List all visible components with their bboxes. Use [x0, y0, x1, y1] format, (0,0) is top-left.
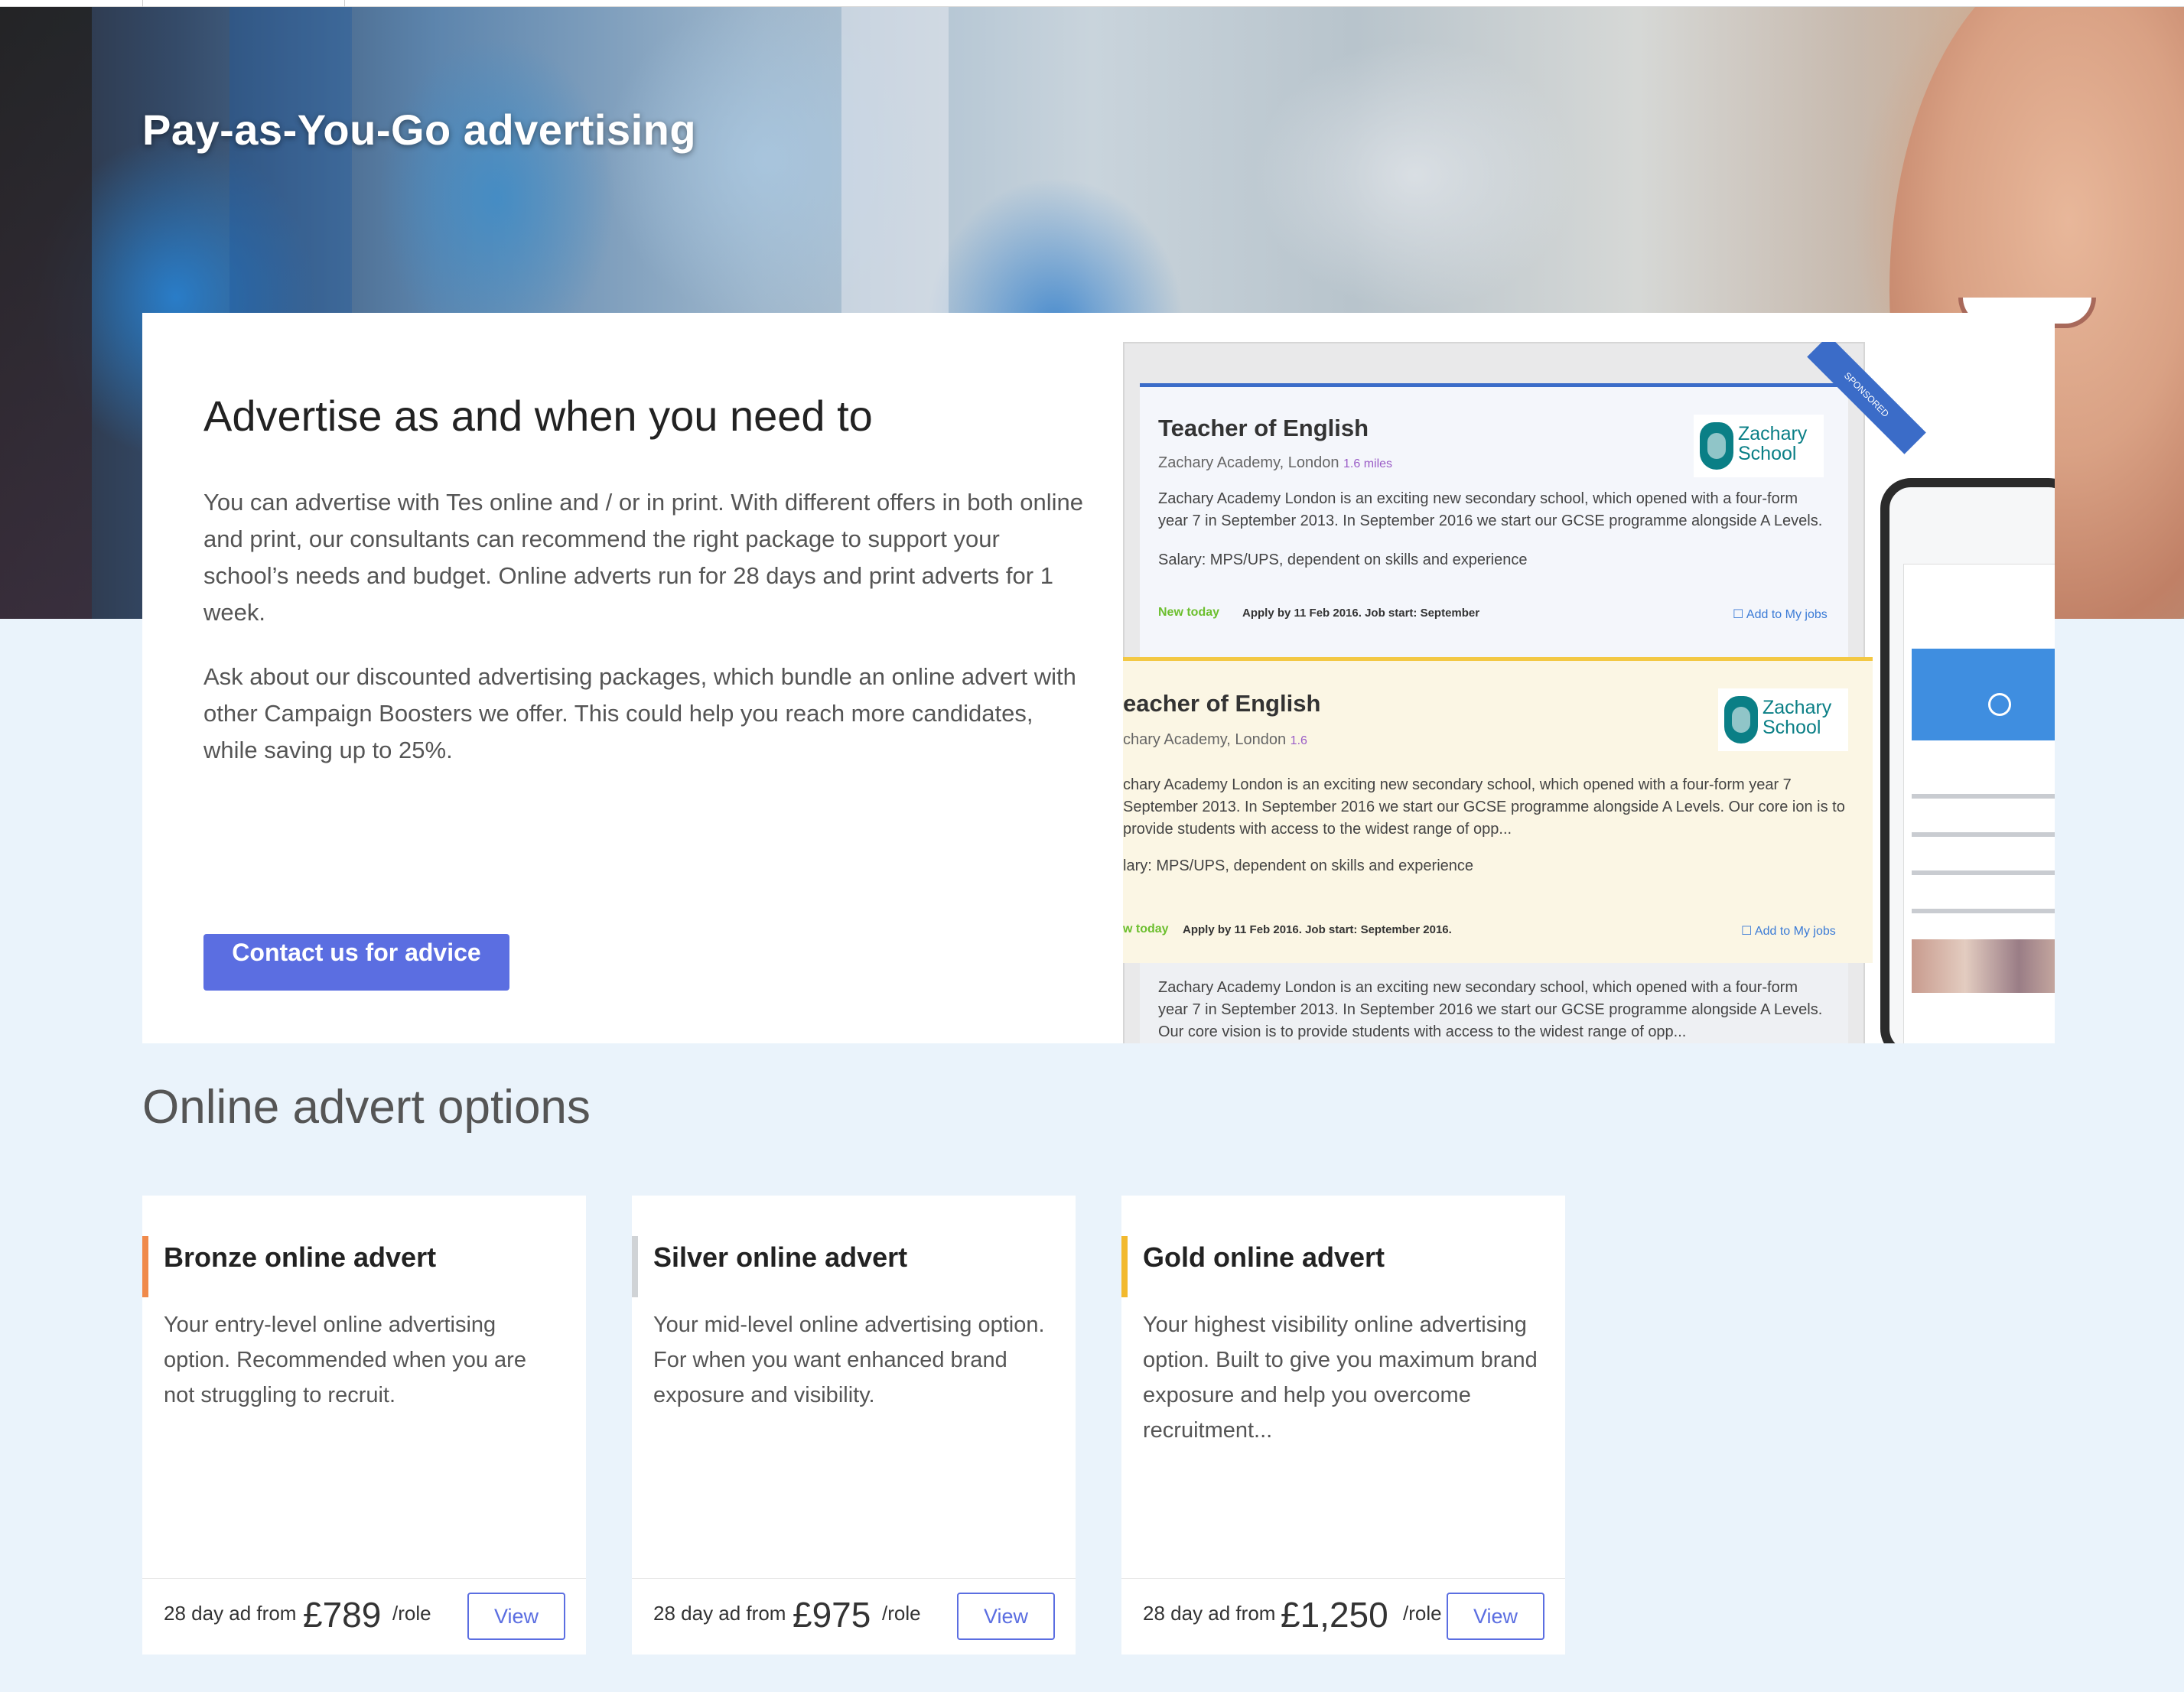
checklist-line: [1912, 832, 2055, 837]
hero-background-shape: [0, 7, 92, 619]
option-name: Gold online advert: [1143, 1241, 1385, 1273]
page-title: Pay-as-You-Go advertising: [142, 106, 697, 154]
job-location: Zachary Academy, London 1.6 miles: [1158, 454, 1392, 472]
price-prefix: 28 day ad from: [1143, 1602, 1276, 1625]
job-title: eacher of English: [1123, 690, 1321, 717]
price-per-role: /role: [882, 1602, 921, 1625]
job-location-name: Zachary Academy, London: [1158, 454, 1339, 471]
tier-accent-bar: [142, 1236, 148, 1297]
school-logo: Zachary School: [1718, 688, 1848, 751]
intro-paragraph: You can advertise with Tes online and / …: [203, 489, 1083, 626]
tier-accent-bar: [632, 1236, 638, 1297]
school-logo-text: Zachary School: [1762, 697, 1832, 738]
job-description: Zachary Academy London is an exciting ne…: [1158, 490, 1823, 529]
view-bronze-button[interactable]: View: [467, 1593, 565, 1640]
option-card-gold: Gold online advert Your highest visibili…: [1121, 1196, 1565, 1655]
option-footer: 28 day ad from £975 /role View: [632, 1578, 1076, 1655]
options-section-title: Online advert options: [142, 1081, 591, 1134]
job-description: Zachary Academy London is an exciting ne…: [1158, 979, 1823, 1040]
sponsored-ribbon: SPONSORED: [1807, 342, 1926, 454]
job-salary: Salary: MPS/UPS, dependent on skills and…: [1158, 552, 1528, 568]
option-name: Bronze online advert: [164, 1241, 437, 1273]
option-price: £1,250: [1281, 1595, 1388, 1635]
job-salary: lary: MPS/UPS, dependent on skills and e…: [1123, 857, 1474, 874]
add-to-my-jobs-link: ☐ Add to My jobs: [1733, 608, 1828, 621]
job-location-name: chary Academy, London: [1123, 731, 1287, 748]
option-card-bronze: Bronze online advert Your entry-level on…: [142, 1196, 586, 1655]
option-name: Silver online advert: [653, 1241, 908, 1273]
job-distance: 1.6 miles: [1343, 457, 1393, 470]
add-to-my-jobs-link: ☐ Add to My jobs: [1741, 925, 1836, 938]
top-strip: [0, 0, 2184, 7]
did-you-know-photo: [1912, 939, 2055, 993]
job-location: chary Academy, London 1.6: [1123, 731, 1307, 749]
option-card-silver: Silver online advert Your mid-level onli…: [632, 1196, 1076, 1655]
option-price: £975: [793, 1595, 871, 1635]
view-gold-button[interactable]: View: [1447, 1593, 1544, 1640]
lion-crest-icon: [1724, 696, 1758, 744]
checklist-line: [1912, 870, 2055, 875]
view-silver-button[interactable]: View: [957, 1593, 1055, 1640]
job-title: Teacher of English: [1158, 415, 1369, 441]
job-distance: 1.6: [1290, 734, 1307, 747]
option-description: Your highest visibility online advertisi…: [1143, 1313, 1538, 1443]
top-strip-divider: [344, 0, 345, 7]
intro-card: Advertise as and when you need to You ca…: [142, 313, 2055, 1043]
preview-job-card: SPONSORED Teacher of English Zachary Aca…: [1140, 342, 1926, 659]
school-logo-text: Zachary School: [1738, 423, 1808, 464]
tablet-screen: [1903, 564, 2055, 1043]
preview-job-card: Zachary Academy London is an exciting ne…: [1140, 963, 1848, 1043]
preview-job-card-featured: eacher of English chary Academy, London …: [1123, 657, 1873, 963]
tablet-mockup: [1880, 478, 2055, 1043]
apply-by-text: Apply by 11 Feb 2016. Job start: Septemb…: [1183, 923, 1452, 936]
price-prefix: 28 day ad from: [653, 1602, 786, 1625]
price-prefix: 28 day ad from: [164, 1602, 297, 1625]
price-per-role: /role: [392, 1602, 431, 1625]
apply-by-text: Apply by 11 Feb 2016. Job start: Septemb…: [1242, 607, 1480, 620]
checklist-line: [1912, 909, 2055, 913]
contact-advice-button[interactable]: Contact us for advice: [203, 934, 509, 991]
lion-crest-icon: [1700, 422, 1733, 470]
play-icon: [1988, 693, 2011, 716]
checklist-line: [1912, 794, 2055, 799]
price-per-role: /role: [1403, 1602, 1442, 1625]
job-description: chary Academy London is an exciting new …: [1123, 776, 1845, 838]
top-strip-divider: [142, 0, 143, 7]
option-description: Your mid-level online advertising option…: [653, 1313, 1045, 1407]
new-today-badge: w today: [1123, 922, 1169, 935]
option-footer: 28 day ad from £789 /role View: [142, 1578, 586, 1655]
advert-preview-illustration: SPONSORED Teacher of English Zachary Aca…: [1123, 342, 2055, 1043]
option-description: Your entry-level online advertising opti…: [164, 1313, 526, 1407]
new-today-badge: New today: [1158, 606, 1220, 619]
option-price: £789: [303, 1595, 382, 1635]
school-logo: Zachary School: [1694, 415, 1824, 477]
tier-accent-bar: [1121, 1236, 1128, 1297]
option-footer: 28 day ad from £1,250 /role View: [1121, 1578, 1565, 1655]
welcome-video-panel: [1912, 649, 2055, 740]
intro-paragraph: Ask about our discounted advertising pac…: [203, 663, 1076, 763]
intro-heading: Advertise as and when you need to: [203, 392, 873, 440]
